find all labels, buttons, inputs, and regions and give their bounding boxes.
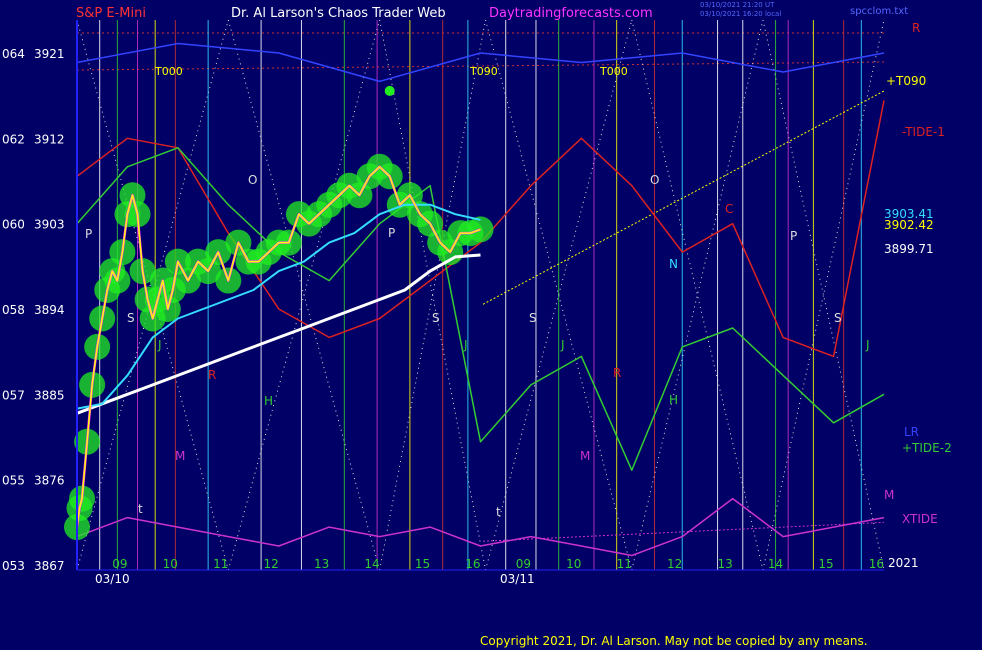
copyright-text: Copyright 2021, Dr. Al Larson. May not b… <box>480 634 868 648</box>
instrument-label: S&P E-Mini <box>76 6 146 21</box>
price-glow-dot <box>467 216 494 243</box>
field-letter: O <box>650 173 659 187</box>
field-letter: S <box>529 311 537 325</box>
y-axis-code: 055 <box>2 474 25 488</box>
timestamp-ut: 03/10/2021 21:20 UT <box>700 1 775 9</box>
x-axis-hour: 13 <box>314 557 329 571</box>
x-axis-hour: 09 <box>112 557 127 571</box>
field-letter: S <box>432 311 440 325</box>
field-letter: H <box>669 393 678 407</box>
timestamp-local: 03/10/2021 16:20 local <box>700 10 781 18</box>
y-axis-price: 3867 <box>34 559 65 573</box>
y-axis-price: 3894 <box>34 303 65 317</box>
y-axis-code: 057 <box>2 388 25 402</box>
x-axis-hour: 13 <box>717 557 732 571</box>
y-axis-code: 053 <box>2 559 25 573</box>
top-time-label: T000 <box>154 65 183 78</box>
right-legend-label: +TIDE-2 <box>902 441 952 455</box>
y-axis-price: 3921 <box>34 47 65 61</box>
top-time-label: T000 <box>599 65 628 78</box>
x-axis-hour: 09 <box>516 557 531 571</box>
chaos-trader-chart: 064 3921 062 3912 060 3903 058 3894 057 3885 055 38… <box>0 0 982 650</box>
field-letter: J <box>560 338 565 352</box>
y-axis-code: 060 <box>2 218 25 232</box>
field-letter: R <box>208 368 216 382</box>
y-axis-price: 3903 <box>34 218 65 232</box>
right-legend-label: XTIDE <box>902 512 938 526</box>
field-letter: t <box>496 505 501 519</box>
right-legend-label: LR <box>904 425 919 439</box>
field-letter: t <box>138 502 143 516</box>
x-axis-hour: 14 <box>768 557 783 571</box>
price-glow-peak <box>384 85 395 96</box>
right-legend-label: +T090 <box>886 74 926 88</box>
x-axis-hour: 11 <box>213 557 228 571</box>
site-title: Dr. Al Larson's Chaos Trader Web <box>231 6 446 21</box>
y-axis-code: 058 <box>2 303 25 317</box>
x-axis-hour: 12 <box>264 557 279 571</box>
y-axis-price: 3885 <box>34 388 65 402</box>
field-letter: M <box>175 449 185 463</box>
field-letter: P <box>790 229 797 243</box>
x-axis-hour: 16 <box>869 557 884 571</box>
y-axis-price: 3912 <box>34 132 65 146</box>
field-letter: S <box>127 311 135 325</box>
field-letter: M <box>580 449 590 463</box>
right-legend-label: 3899.71 <box>884 242 934 256</box>
x-axis-hour: 12 <box>667 557 682 571</box>
x-axis-hour: 16 <box>465 557 480 571</box>
field-letter: J <box>463 338 468 352</box>
right-legend-label: M <box>884 488 894 502</box>
y-axis-code: 064 <box>2 47 25 61</box>
field-letter: J <box>157 338 162 352</box>
field-letter: O <box>248 173 257 187</box>
x-axis-hour: 14 <box>364 557 379 571</box>
field-letter: S <box>834 311 842 325</box>
field-letter: R <box>613 366 621 380</box>
x-axis-hour: 11 <box>617 557 632 571</box>
x-axis-hour: 15 <box>415 557 430 571</box>
right-legend-label: R <box>912 21 920 35</box>
x-axis-date: 03/11 <box>500 572 535 586</box>
field-letter: H <box>264 394 273 408</box>
field-letter: P <box>85 227 92 241</box>
x-axis-date: 03/10 <box>95 572 130 586</box>
x-axis-hour: 10 <box>163 557 178 571</box>
right-legend-label: 3902.42 <box>884 218 934 232</box>
y-axis-price: 3876 <box>34 474 65 488</box>
field-letter: J <box>865 338 870 352</box>
x-axis-year: 2021 <box>888 556 919 570</box>
field-letter: P <box>388 226 395 240</box>
y-axis-code: 062 <box>2 132 25 146</box>
field-letter: N <box>669 257 678 271</box>
site-url[interactable]: Daytradingforecasts.com <box>489 6 653 21</box>
x-axis-hour: 10 <box>566 557 581 571</box>
right-legend-label: -TIDE-1 <box>902 125 945 139</box>
x-axis-hour: 15 <box>818 557 833 571</box>
filename-label: spcclom.txt <box>850 6 908 17</box>
top-time-label: T090 <box>469 65 498 78</box>
field-letter: C <box>725 202 733 216</box>
